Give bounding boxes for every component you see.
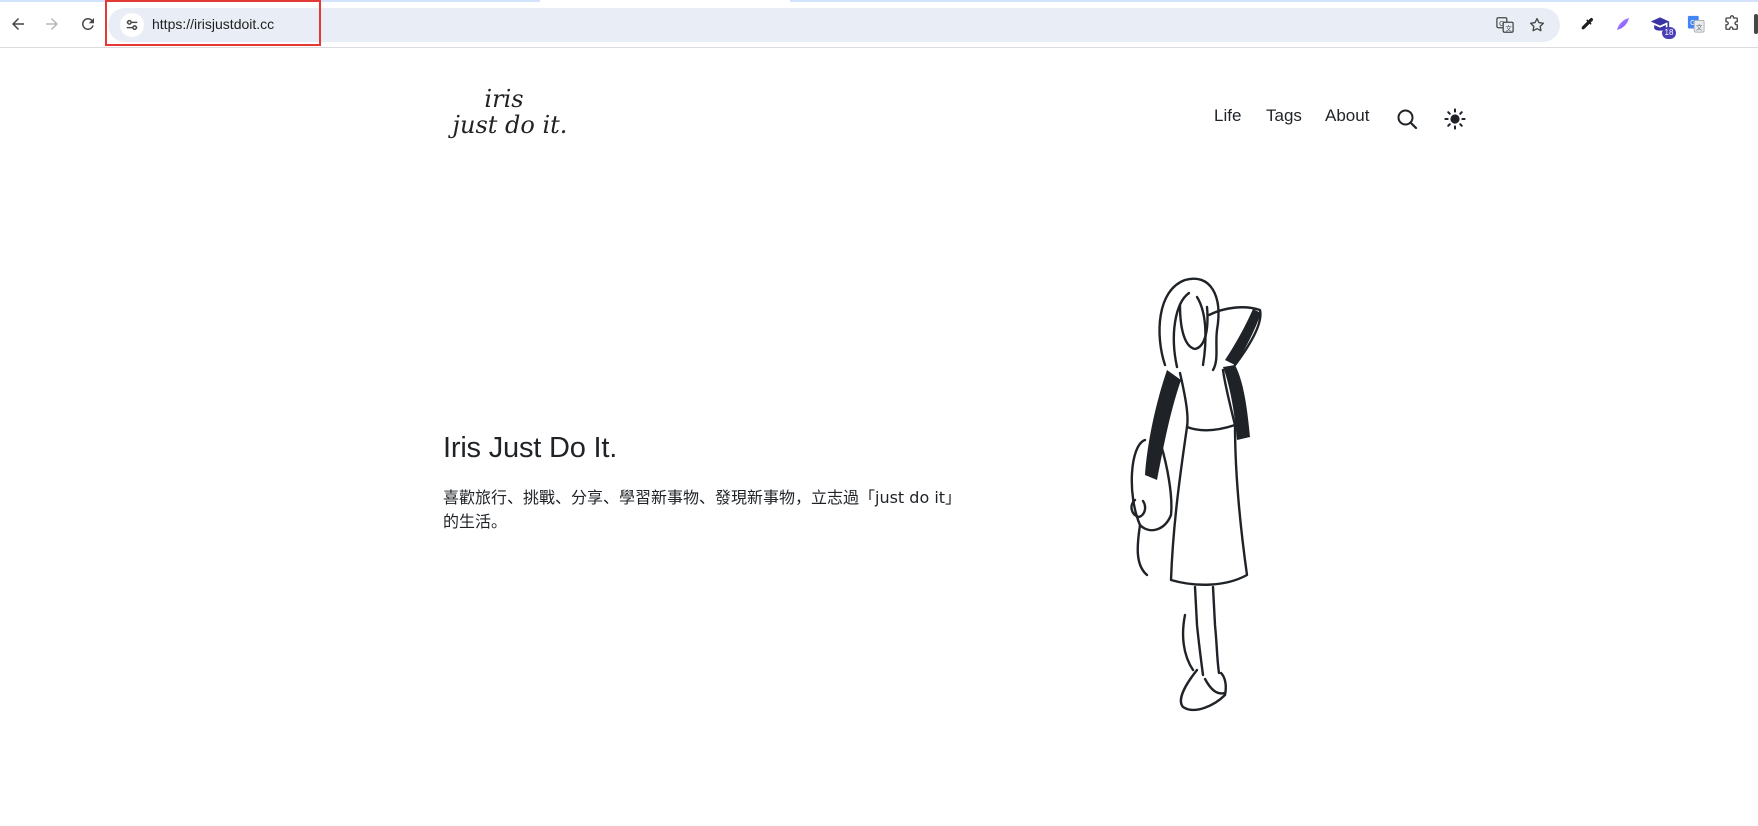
graduation-extension[interactable]: 18 xyxy=(1648,12,1676,39)
feather-icon xyxy=(1617,18,1629,30)
sun-icon xyxy=(1444,108,1466,130)
svg-text:文: 文 xyxy=(1505,23,1512,32)
extensions-button[interactable] xyxy=(1720,12,1744,36)
bookmark-button[interactable] xyxy=(1526,14,1548,36)
nav-life[interactable]: Life xyxy=(1214,106,1241,126)
search-button[interactable] xyxy=(1394,106,1420,132)
tab-strip-edge xyxy=(790,0,1758,2)
url-text[interactable]: https://irisjustdoit.cc xyxy=(152,16,274,32)
profile-edge xyxy=(1754,14,1758,34)
gradient-extension[interactable] xyxy=(1611,12,1635,36)
tune-icon xyxy=(126,19,138,31)
back-button[interactable] xyxy=(4,10,32,38)
tab-strip-edge xyxy=(0,0,540,2)
eyedropper-icon xyxy=(1581,17,1593,30)
star-icon xyxy=(1529,17,1545,32)
nav-tags[interactable]: Tags xyxy=(1266,106,1302,126)
svg-text:文: 文 xyxy=(1696,22,1703,31)
reload-button[interactable] xyxy=(74,10,102,38)
hero-title: Iris Just Do It. xyxy=(443,432,618,464)
eyedropper-extension[interactable] xyxy=(1575,12,1599,36)
browser-toolbar: https://irisjustdoit.cc G 文 18 G 文 xyxy=(0,0,1758,48)
google-translate-icon: G 文 xyxy=(1687,15,1705,33)
main-nav: Life Tags About xyxy=(0,106,1758,132)
hero-description: 喜歡旅行、挑戰、分享、學習新事物、發現新事物，立志過「just do it」的生… xyxy=(443,488,954,531)
nav-about[interactable]: About xyxy=(1325,106,1369,126)
address-bar[interactable]: https://irisjustdoit.cc G 文 xyxy=(108,8,1560,42)
forward-arrow-icon xyxy=(46,18,58,30)
google-translate-extension[interactable]: G 文 xyxy=(1684,12,1708,36)
translate-icon: G 文 xyxy=(1496,17,1514,33)
back-arrow-icon xyxy=(12,18,24,30)
theme-toggle-button[interactable] xyxy=(1442,106,1468,132)
woman-illustration xyxy=(1130,277,1262,712)
reload-icon xyxy=(81,17,94,30)
site-info-button[interactable] xyxy=(120,13,144,37)
puzzle-icon xyxy=(1725,15,1738,30)
search-icon xyxy=(1397,109,1418,130)
forward-button[interactable] xyxy=(38,10,66,38)
translate-page-button[interactable]: G 文 xyxy=(1494,14,1516,36)
extension-badge: 18 xyxy=(1662,27,1676,39)
